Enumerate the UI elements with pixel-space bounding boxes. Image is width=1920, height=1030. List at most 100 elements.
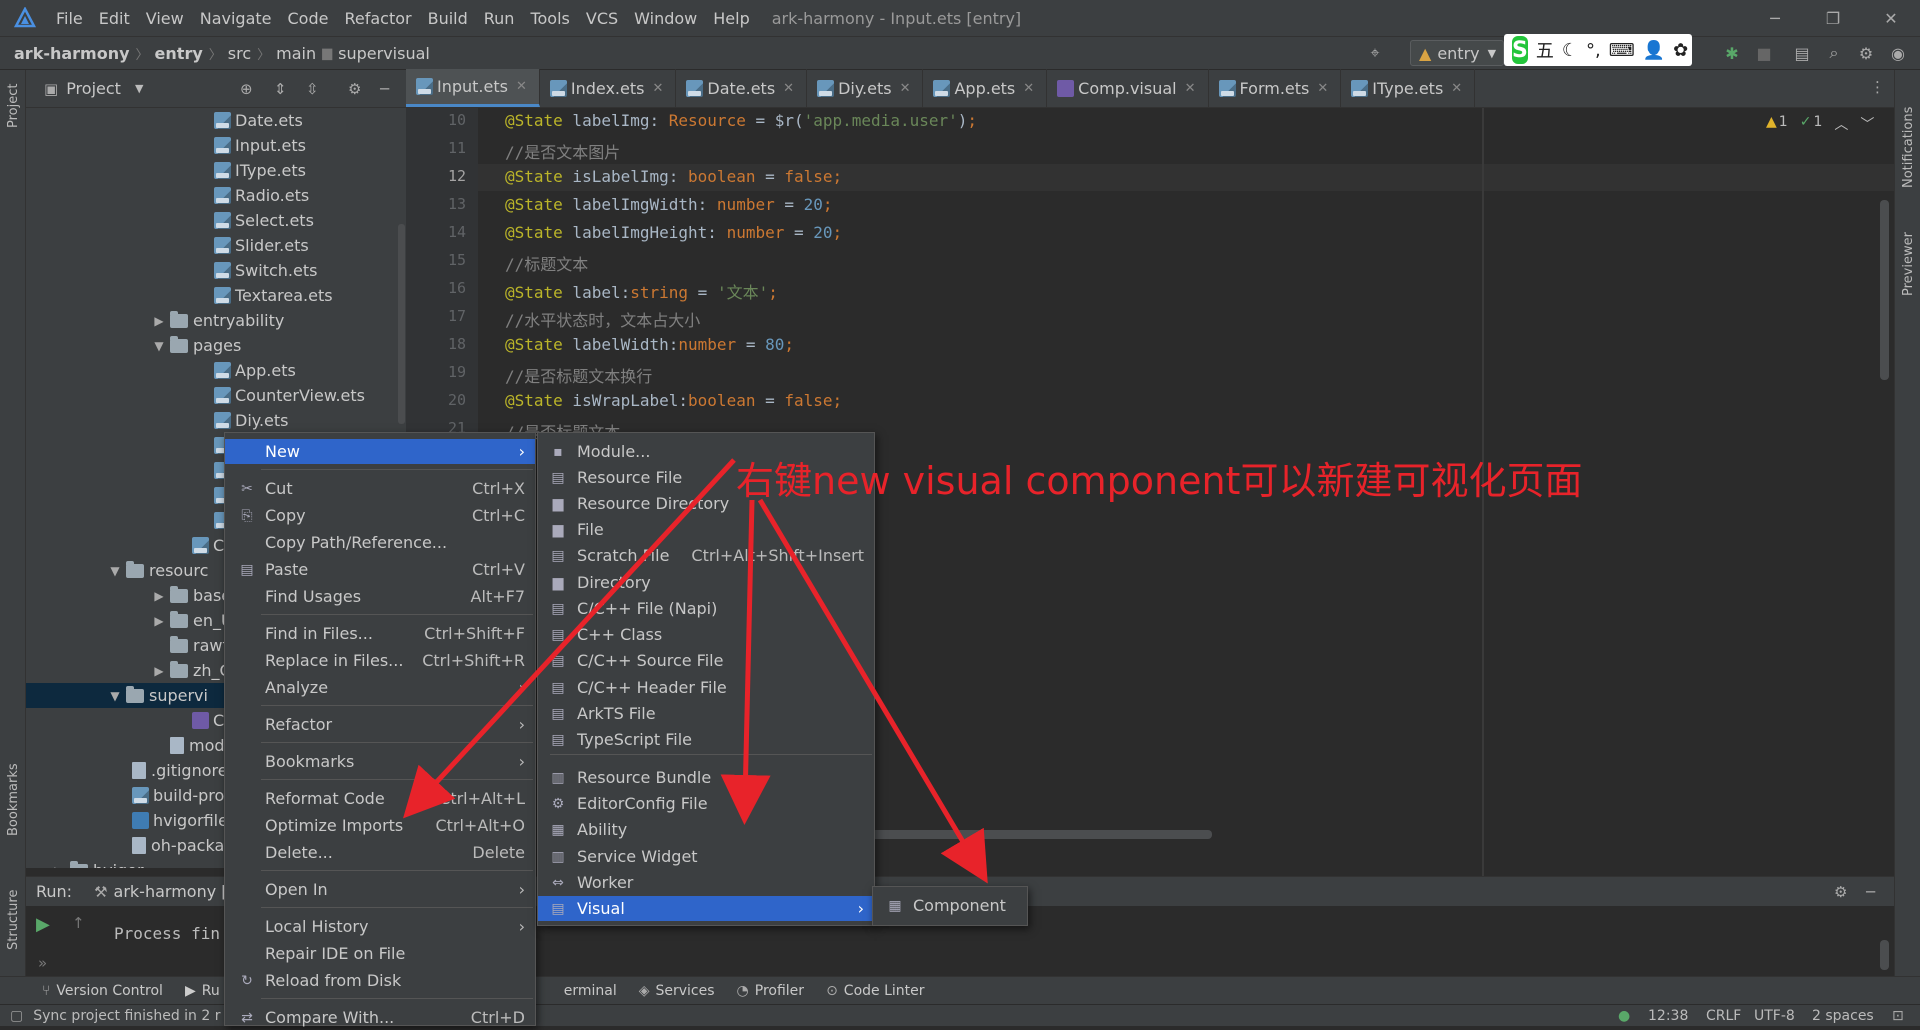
menu-item-scratch-file[interactable]: ▤ Scratch File Ctrl+Alt+Shift+Insert [538, 543, 874, 568]
chevron-right-icon[interactable]: ▶ [152, 614, 166, 628]
menu-item-new[interactable]: New › [225, 439, 535, 464]
project-tool-tab[interactable]: Project [6, 84, 21, 128]
menu-item-editorconfig-file[interactable]: ⚙ EditorConfig File [538, 791, 874, 816]
menu-item-file[interactable]: ▆ File [538, 517, 874, 542]
menu-item-typescript-file[interactable]: ▤ TypeScript File [538, 727, 874, 752]
menu-item-bookmarks[interactable]: Bookmarks › [225, 749, 535, 774]
breadcrumb-supervisual[interactable]: supervisual [338, 44, 430, 63]
inspection-widget[interactable]: ▲ 1 ✓ 1 ︿ ﹀ [1766, 114, 1874, 134]
profiler-tab[interactable]: ◔ Profiler [737, 983, 805, 999]
menu-refactor[interactable]: Refactor [336, 9, 419, 28]
chevron-down-icon[interactable]: ▼ [152, 339, 166, 353]
tree-item[interactable]: ▶ entryability [26, 308, 406, 333]
skin-icon[interactable]: ✿ [1673, 40, 1688, 61]
notifications-tool-tab[interactable]: Notifications [1901, 107, 1916, 188]
menu-item-worker[interactable]: ⇔ Worker [538, 870, 874, 895]
chevron-right-icon[interactable]: ▶ [152, 314, 166, 328]
punctuation-icon[interactable]: °, [1586, 40, 1601, 61]
tab-date-ets[interactable]: Date.ets ✕ [676, 69, 808, 107]
code-line[interactable]: @State labelWidth:number = 80; [505, 335, 794, 354]
breadcrumb-main[interactable]: main [276, 44, 316, 63]
tree-item[interactable]: Diy.ets [26, 408, 406, 433]
menu-tools[interactable]: Tools [522, 9, 577, 28]
tree-item[interactable]: IType.ets [26, 158, 406, 183]
code-line[interactable]: @State labelImg: Resource = $r('app.medi… [505, 111, 977, 130]
tab-index-ets[interactable]: Index.ets ✕ [540, 69, 677, 107]
tree-item[interactable]: Select.ets [26, 208, 406, 233]
breadcrumb-src[interactable]: src [228, 44, 251, 63]
menu-window[interactable]: Window [626, 9, 705, 28]
close-tab-icon[interactable]: ✕ [1317, 81, 1328, 96]
code-line[interactable]: //是否文本图片 [505, 139, 620, 163]
tree-item[interactable]: Input.ets [26, 133, 406, 158]
menu-item-find-in-files[interactable]: Find in Files... Ctrl+Shift+F [225, 621, 535, 646]
chevron-down-icon[interactable]: ﹀ [1860, 114, 1874, 134]
menu-item-refactor[interactable]: Refactor › [225, 712, 535, 737]
menu-item-resource-bundle[interactable]: ▥ Resource Bundle [538, 765, 874, 790]
menu-item-repair-ide-on-file[interactable]: Repair IDE on File [225, 941, 535, 966]
more-icon[interactable]: » [38, 954, 47, 972]
menu-item-component[interactable]: ▦ Component [873, 893, 1027, 918]
tab-app-ets[interactable]: App.ets ✕ [923, 69, 1048, 107]
keyboard-icon[interactable]: ⌨ [1609, 40, 1635, 61]
code-line[interactable]: @State isLabelImg: boolean = false; [505, 167, 842, 186]
menu-item-open-in[interactable]: Open In › [225, 877, 535, 902]
chevron-down-icon[interactable]: ▼ [108, 564, 122, 578]
run-tab[interactable]: ▶ Ru [185, 983, 220, 999]
menu-item-cut[interactable]: ✂ Cut Ctrl+X [225, 476, 535, 501]
menu-item-ability[interactable]: ▦ Ability [538, 817, 874, 842]
project-structure-icon[interactable]: ▤ [1790, 42, 1814, 64]
search-icon[interactable]: ⌕ [1822, 42, 1846, 64]
close-tab-icon[interactable]: ✕ [516, 79, 527, 94]
menu-item-arkts-file[interactable]: ▤ ArkTS File [538, 701, 874, 726]
status-time[interactable]: 12:38 [1648, 1008, 1688, 1024]
status-line-separator[interactable]: CRLF [1706, 1008, 1741, 1024]
ime-mode[interactable]: 五 [1536, 37, 1554, 63]
status-square-icon[interactable]: ▢ [10, 1008, 23, 1024]
chevron-right-icon[interactable]: ▶ [152, 664, 166, 678]
code-line[interactable]: //水平状态时，文本占大小 [505, 307, 700, 331]
tree-item[interactable]: App.ets [26, 358, 406, 383]
menu-item-service-widget[interactable]: ▥ Service Widget [538, 844, 874, 869]
menu-item-delete[interactable]: Delete... Delete [225, 840, 535, 865]
menu-item-c-cpp-file-napi[interactable]: ▤ C/C++ File (Napi) [538, 596, 874, 621]
settings-icon[interactable]: ⚙ [1854, 42, 1878, 64]
menu-view[interactable]: View [138, 9, 192, 28]
menu-navigate[interactable]: Navigate [192, 9, 280, 28]
tree-item[interactable]: Switch.ets [26, 258, 406, 283]
close-tab-icon[interactable]: ✕ [1023, 81, 1034, 96]
code-line[interactable]: @State labelImgHeight: number = 20; [505, 223, 842, 242]
close-icon[interactable]: ✕ [1862, 0, 1920, 36]
tab-itype-ets[interactable]: IType.ets ✕ [1341, 69, 1476, 107]
moon-icon[interactable]: ☾ [1562, 40, 1578, 61]
chevron-right-icon[interactable]: ▶ [52, 864, 66, 869]
tree-item[interactable]: Slider.ets [26, 233, 406, 258]
status-indent[interactable]: 2 spaces [1812, 1008, 1874, 1024]
status-encoding[interactable]: UTF-8 [1754, 1008, 1795, 1024]
menu-item-replace-in-files[interactable]: Replace in Files... Ctrl+Shift+R [225, 648, 535, 673]
tree-scrollbar[interactable] [398, 224, 405, 424]
ime-toolbar[interactable]: S 五 ☾ °, ⌨ 👤 ✿ [1504, 34, 1692, 66]
run-config-select[interactable]: ▲ entry ▼ [1410, 40, 1504, 66]
chevron-right-icon[interactable]: ▶ [152, 589, 166, 603]
tree-item[interactable]: Radio.ets [26, 183, 406, 208]
chevron-up-icon[interactable]: ︿ [1834, 114, 1848, 134]
locate-icon[interactable]: ⊕ [240, 80, 253, 98]
code-line[interactable]: //标题文本 [505, 251, 588, 275]
bookmarks-tool-tab[interactable]: Bookmarks [6, 763, 21, 836]
tab-comp-visual[interactable]: Comp.visual ✕ [1047, 69, 1209, 107]
lock-icon[interactable]: ⊡ [1892, 1008, 1904, 1024]
editor-scrollbar[interactable] [1880, 200, 1889, 380]
version-control-tab[interactable]: ⑂ Version Control [42, 983, 163, 999]
project-panel-title[interactable]: Project [66, 79, 121, 98]
menu-item-cpp-class[interactable]: ▤ C++ Class [538, 622, 874, 647]
status-message[interactable]: Sync project finished in 2 r [33, 1008, 220, 1024]
menu-item-copy-path-reference[interactable]: Copy Path/Reference... [225, 530, 535, 555]
tab-form-ets[interactable]: Form.ets ✕ [1209, 69, 1342, 107]
close-tab-icon[interactable]: ✕ [652, 81, 663, 96]
menu-help[interactable]: Help [705, 9, 757, 28]
previewer-tool-tab[interactable]: Previewer [1901, 232, 1916, 296]
menu-item-c-cpp-header-file[interactable]: ▤ C/C++ Header File [538, 675, 874, 700]
more-icon[interactable]: ⋮ [1870, 78, 1885, 96]
terminal-tab[interactable]: erminal [564, 983, 617, 999]
